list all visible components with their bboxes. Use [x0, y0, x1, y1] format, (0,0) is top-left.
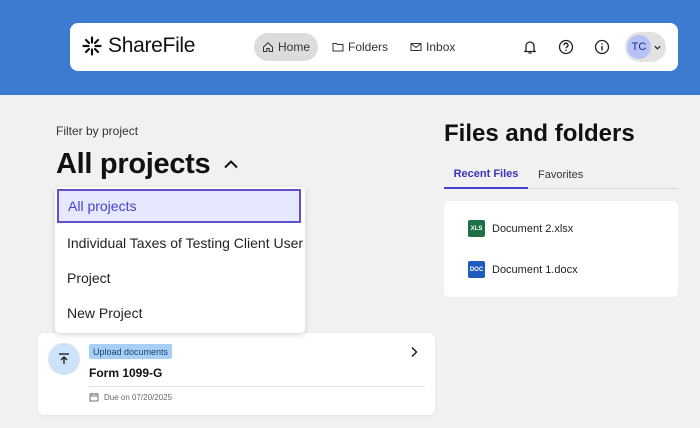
- list-item[interactable]: DOC Document 1.docx: [468, 261, 578, 278]
- task-name: Form 1099-G: [89, 366, 163, 380]
- task-divider: [89, 386, 425, 387]
- bell-icon: [523, 41, 537, 54]
- project-title: All projects: [56, 148, 211, 180]
- task-open-button[interactable]: [409, 345, 419, 363]
- project-option-individual-taxes[interactable]: Individual Taxes of Testing Client User: [55, 226, 305, 260]
- status-badge: Upload documents: [89, 344, 173, 359]
- nav-home[interactable]: Home: [254, 33, 319, 61]
- user-menu-button[interactable]: TC: [625, 32, 666, 62]
- project-dropdown: All projects Individual Taxes of Testing…: [55, 187, 305, 333]
- project-option-all[interactable]: All projects: [57, 189, 301, 223]
- chevron-down-icon: [654, 45, 661, 50]
- files-title: Files and folders: [444, 120, 635, 147]
- notifications-button[interactable]: [517, 34, 543, 60]
- header-actions: TC: [517, 32, 666, 62]
- avatar: TC: [627, 35, 651, 59]
- folder-icon: [332, 43, 344, 52]
- sharefile-logo[interactable]: ShareFile: [82, 34, 195, 58]
- xlsx-file-icon: XLS: [468, 220, 485, 237]
- recent-files-list: XLS Document 2.xlsx DOC Document 1.docx: [444, 201, 678, 297]
- project-filter-toggle[interactable]: All projects: [56, 148, 240, 181]
- nav-home-label: Home: [278, 40, 311, 54]
- project-option-new-project[interactable]: New Project: [55, 296, 305, 330]
- tab-recent-files[interactable]: Recent Files: [444, 160, 528, 189]
- app-name: ShareFile: [108, 34, 196, 57]
- files-tabs: Recent Files Favorites: [444, 160, 678, 189]
- list-item[interactable]: XLS Document 2.xlsx: [468, 220, 573, 237]
- info-button[interactable]: [589, 34, 615, 60]
- tab-favorites[interactable]: Favorites: [538, 160, 583, 189]
- top-navbar: ShareFile Home Folders Inbox TC: [70, 23, 678, 71]
- nav-inbox[interactable]: Inbox: [402, 33, 463, 61]
- calendar-icon: [89, 393, 99, 402]
- help-icon: [558, 39, 574, 55]
- upload-icon: [59, 353, 69, 364]
- project-option-project[interactable]: Project: [55, 261, 305, 295]
- task-card[interactable]: Upload documents Form 1099-G Due on 07/2…: [38, 333, 435, 415]
- nav-inbox-label: Inbox: [426, 40, 456, 54]
- nav-folders[interactable]: Folders: [324, 33, 396, 61]
- home-icon: [263, 42, 273, 52]
- upload-button[interactable]: [48, 343, 80, 375]
- filter-label: Filter by project: [56, 124, 139, 138]
- info-icon: [594, 39, 610, 55]
- chevron-right-icon: [411, 346, 418, 358]
- mail-icon: [410, 43, 422, 51]
- due-date: Due on 07/20/2025: [89, 392, 172, 402]
- main-nav: Home Folders Inbox: [254, 33, 463, 61]
- file-name: Document 1.docx: [492, 263, 578, 276]
- sharefile-logo-icon: [82, 36, 102, 56]
- due-date-text: Due on 07/20/2025: [104, 392, 173, 402]
- help-button[interactable]: [553, 34, 579, 60]
- docx-file-icon: DOC: [468, 261, 485, 278]
- nav-folders-label: Folders: [348, 40, 389, 54]
- chevron-up-icon: [224, 159, 239, 168]
- file-name: Document 2.xlsx: [492, 222, 574, 235]
